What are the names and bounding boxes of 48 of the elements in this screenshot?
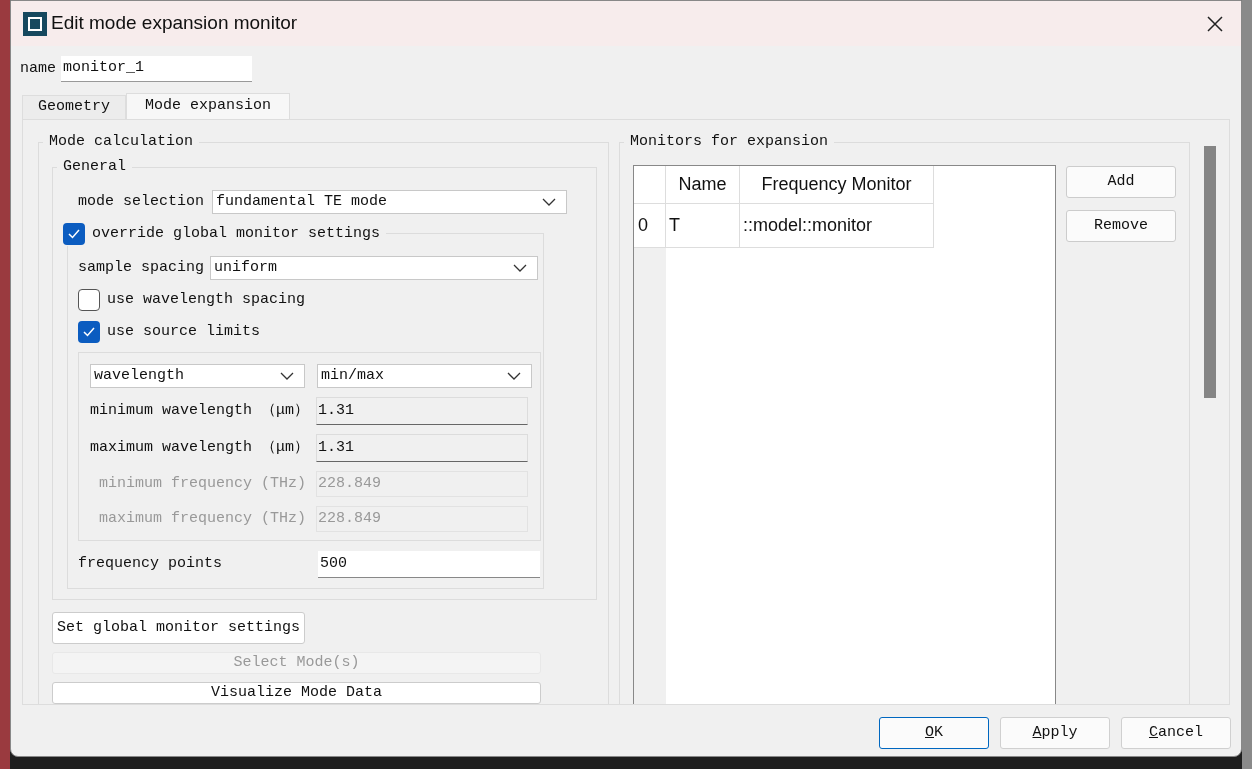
button[interactable]: Set global monitor settings	[52, 612, 305, 644]
input-field[interactable]: 1.31	[316, 397, 528, 425]
input-field[interactable]: 1.31	[316, 434, 528, 462]
window-title: Edit mode expansion monitor	[51, 11, 298, 36]
checkbox-label: use wavelength spacing	[107, 290, 306, 310]
input-field: 228.849	[316, 471, 528, 497]
chevron-down-icon	[513, 264, 528, 272]
field-label: minimum wavelength （μm）	[90, 400, 311, 421]
checkbox[interactable]	[78, 320, 100, 343]
field-label: minimum frequency (THz)	[98, 473, 308, 494]
checkmark-icon	[83, 326, 95, 337]
button[interactable]: Cancel	[1121, 717, 1231, 749]
chevron-down-icon	[507, 372, 521, 380]
checkbox-label: override global monitor settings	[92, 224, 381, 244]
button[interactable]: Add	[1066, 166, 1176, 198]
chevron-down-icon	[280, 372, 294, 380]
tab[interactable]: Mode expansion	[126, 93, 291, 119]
button[interactable]: OK	[879, 717, 989, 749]
table-cell: ::model::monitor	[740, 204, 934, 248]
checkbox[interactable]	[63, 223, 85, 246]
checkbox[interactable]	[78, 289, 100, 312]
field-label: maximum frequency (THz)	[98, 508, 308, 529]
checkmark-icon	[68, 229, 80, 240]
scrollbar-thumb[interactable]	[1204, 146, 1216, 398]
app-icon	[23, 11, 47, 36]
chevron-down-icon	[542, 198, 557, 206]
field-label: sample spacing	[78, 257, 205, 278]
name-field[interactable]: monitor_1	[61, 56, 252, 82]
button[interactable]: Remove	[1066, 210, 1176, 242]
tab[interactable]: Geometry	[22, 95, 126, 119]
name-label: name	[20, 58, 56, 79]
column-header[interactable]: Name	[666, 166, 740, 204]
button[interactable]: Apply	[1000, 717, 1110, 749]
close-icon	[1207, 15, 1223, 32]
field-label: frequency points	[78, 554, 224, 575]
field-label: maximum wavelength （μm）	[90, 437, 311, 458]
dropdown[interactable]: uniform	[210, 256, 539, 280]
field-label: mode selection	[78, 191, 205, 212]
input-field[interactable]: 500	[318, 551, 540, 578]
input-field: 228.849	[316, 506, 528, 532]
dropdown[interactable]: min/max	[317, 364, 532, 388]
checkbox-label: use source limits	[107, 321, 261, 342]
dropdown[interactable]: fundamental TE mode	[212, 190, 568, 214]
dropdown[interactable]: wavelength	[90, 364, 305, 388]
table-cell: T	[666, 204, 740, 248]
button[interactable]: Visualize Mode Data	[52, 682, 541, 704]
row-header: 0	[634, 204, 666, 248]
column-header[interactable]: Frequency Monitor	[740, 166, 934, 204]
